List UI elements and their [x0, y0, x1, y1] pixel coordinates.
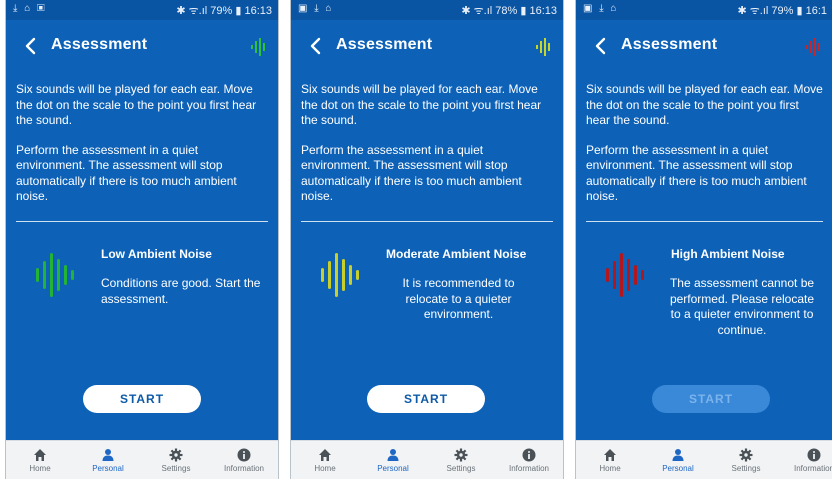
instructions-paragraph-1: Six sounds will be played for each ear. …	[301, 82, 542, 127]
nav-label-home: Home	[29, 464, 51, 473]
divider	[301, 221, 553, 222]
nav-label-personal: Personal	[662, 464, 694, 473]
bottom-navigation: Home Personal Settings Information	[576, 440, 832, 479]
instructions-paragraph-1: Six sounds will be played for each ear. …	[586, 82, 823, 127]
nav-home[interactable]: Home	[6, 441, 74, 479]
nav-label-home: Home	[599, 464, 621, 473]
noise-level-title: Low Ambient Noise	[101, 247, 212, 261]
phone-screen-high-noise: ▣ ⤓ ⌂ ✱ ᯤ.ıl 79% ▮ 16:1 Assessment Six s…	[575, 0, 832, 479]
status-info: ✱ ᯤ.ıl 79% ▮ 16:13	[176, 5, 272, 17]
start-button[interactable]: START	[367, 385, 485, 413]
status-icons: ⤓ ⌂ ▣	[13, 3, 47, 14]
info-icon	[807, 448, 821, 462]
nav-home[interactable]: Home	[576, 441, 644, 479]
page-title: Assessment	[621, 36, 718, 53]
instructions: Six sounds will be played for each ear. …	[586, 82, 823, 219]
nav-information[interactable]: Information	[495, 441, 563, 479]
start-button[interactable]: START	[83, 385, 201, 413]
instructions-paragraph-1: Six sounds will be played for each ear. …	[16, 82, 257, 127]
nav-personal[interactable]: Personal	[359, 441, 427, 479]
status-icons: ▣ ⤓ ⌂	[298, 3, 334, 14]
home-icon	[604, 449, 616, 461]
nav-label-information: Information	[508, 464, 550, 473]
divider	[586, 221, 823, 222]
page-title: Assessment	[336, 36, 433, 53]
bottom-navigation: Home Personal Settings Information	[6, 440, 278, 479]
info-icon	[522, 448, 536, 462]
nav-personal[interactable]: Personal	[74, 441, 142, 479]
sound-wave-icon	[36, 253, 74, 297]
nav-label-information: Information	[223, 464, 265, 473]
bottom-navigation: Home Personal Settings Information	[291, 440, 563, 479]
nav-information[interactable]: Information	[780, 441, 832, 479]
status-bar: ▣ ⤓ ⌂ ✱ ᯤ.ıl 79% ▮ 16:1	[576, 0, 832, 20]
phone-screen-low-noise: ⤓ ⌂ ▣ ✱ ᯤ.ıl 79% ▮ 16:13 Assessment Six …	[5, 0, 279, 479]
nav-settings[interactable]: Settings	[142, 441, 210, 479]
nav-personal[interactable]: Personal	[644, 441, 712, 479]
back-arrow-icon[interactable]	[590, 35, 612, 57]
back-arrow-icon[interactable]	[305, 35, 327, 57]
phone-screen-moderate-noise: ▣ ⤓ ⌂ ✱ ᯤ.ıl 78% ▮ 16:13 Assessment Six …	[290, 0, 564, 479]
status-bar: ▣ ⤓ ⌂ ✱ ᯤ.ıl 78% ▮ 16:13	[291, 0, 563, 20]
app-header: Assessment	[576, 20, 832, 74]
status-info: ✱ ᯤ.ıl 78% ▮ 16:13	[461, 5, 557, 17]
nav-label-information: Information	[793, 464, 832, 473]
nav-label-settings: Settings	[161, 464, 191, 473]
nav-label-personal: Personal	[377, 464, 409, 473]
person-icon	[102, 449, 114, 461]
info-icon	[237, 448, 251, 462]
noise-level-description: The assessment cannot be performed. Plea…	[669, 276, 815, 337]
nav-settings[interactable]: Settings	[427, 441, 495, 479]
instructions-paragraph-2: Perform the assessment in a quiet enviro…	[16, 142, 237, 204]
app-header: Assessment	[6, 20, 278, 74]
sound-wave-icon	[606, 253, 644, 297]
person-icon	[672, 449, 684, 461]
back-arrow-icon[interactable]	[20, 35, 42, 57]
gear-icon	[169, 448, 183, 462]
status-info: ✱ ᯤ.ıl 79% ▮ 16:1	[737, 5, 827, 17]
sound-wave-icon	[321, 253, 359, 297]
start-button-disabled[interactable]: START	[652, 385, 770, 413]
instructions-paragraph-2: Perform the assessment in a quiet enviro…	[301, 142, 522, 204]
nav-label-settings: Settings	[731, 464, 761, 473]
noise-level-title: High Ambient Noise	[671, 247, 785, 261]
nav-label-home: Home	[314, 464, 336, 473]
noise-indicator-icon	[251, 38, 265, 56]
divider	[16, 221, 268, 222]
noise-level-description: It is recommended to relocate to a quiet…	[402, 276, 515, 321]
nav-label-settings: Settings	[446, 464, 476, 473]
status-bar: ⤓ ⌂ ▣ ✱ ᯤ.ıl 79% ▮ 16:13	[6, 0, 278, 20]
nav-label-personal: Personal	[92, 464, 124, 473]
noise-level-description: Conditions are good. Start the assessmen…	[101, 276, 261, 306]
noise-indicator-icon	[536, 38, 550, 56]
home-icon	[34, 449, 46, 461]
nav-home[interactable]: Home	[291, 441, 359, 479]
status-icons: ▣ ⤓ ⌂	[583, 3, 619, 14]
nav-information[interactable]: Information	[210, 441, 278, 479]
home-icon	[319, 449, 331, 461]
app-header: Assessment	[291, 20, 563, 74]
nav-settings[interactable]: Settings	[712, 441, 780, 479]
instructions: Six sounds will be played for each ear. …	[301, 82, 553, 219]
instructions-paragraph-2: Perform the assessment in a quiet enviro…	[586, 142, 807, 204]
noise-indicator-icon	[806, 38, 820, 56]
gear-icon	[454, 448, 468, 462]
noise-level-title: Moderate Ambient Noise	[386, 247, 527, 261]
instructions: Six sounds will be played for each ear. …	[16, 82, 268, 219]
person-icon	[387, 449, 399, 461]
page-title: Assessment	[51, 36, 148, 53]
gear-icon	[739, 448, 753, 462]
